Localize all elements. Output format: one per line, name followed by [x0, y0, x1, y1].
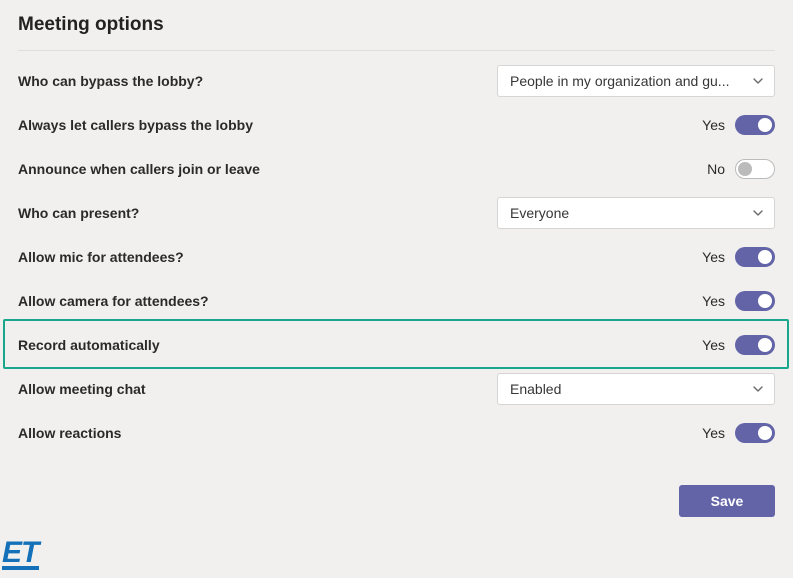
row-record-auto: Record automatically Yes — [18, 323, 775, 367]
row-bypass-lobby: Who can bypass the lobby? People in my o… — [18, 59, 775, 103]
toggle-allow-camera[interactable] — [735, 291, 775, 311]
row-announce: Announce when callers join or leave No — [18, 147, 775, 191]
toggle-announce[interactable] — [735, 159, 775, 179]
toggle-callers-bypass[interactable] — [735, 115, 775, 135]
label-allow-camera: Allow camera for attendees? — [18, 293, 209, 309]
select-value: People in my organization and gu... — [510, 73, 744, 89]
select-value: Enabled — [510, 381, 744, 397]
chevron-down-icon — [752, 207, 764, 219]
label-record-auto: Record automatically — [18, 337, 160, 353]
toggle-text: Yes — [702, 249, 725, 265]
row-who-present: Who can present? Everyone — [18, 191, 775, 235]
label-allow-reactions: Allow reactions — [18, 425, 121, 441]
row-allow-reactions: Allow reactions Yes — [18, 411, 775, 455]
toggle-text: Yes — [702, 117, 725, 133]
chevron-down-icon — [752, 75, 764, 87]
save-button[interactable]: Save — [679, 485, 775, 517]
label-allow-mic: Allow mic for attendees? — [18, 249, 184, 265]
label-bypass-lobby: Who can bypass the lobby? — [18, 73, 203, 89]
select-bypass-lobby[interactable]: People in my organization and gu... — [497, 65, 775, 97]
toggle-record-auto[interactable] — [735, 335, 775, 355]
toggle-allow-mic[interactable] — [735, 247, 775, 267]
toggle-text: Yes — [702, 337, 725, 353]
row-allow-camera: Allow camera for attendees? Yes — [18, 279, 775, 323]
chevron-down-icon — [752, 383, 764, 395]
divider — [18, 50, 775, 51]
page-title: Meeting options — [18, 14, 775, 36]
toggle-text: Yes — [702, 293, 725, 309]
select-value: Everyone — [510, 205, 744, 221]
toggle-text: No — [707, 161, 725, 177]
row-callers-bypass: Always let callers bypass the lobby Yes — [18, 103, 775, 147]
toggle-text: Yes — [702, 425, 725, 441]
select-who-present[interactable]: Everyone — [497, 197, 775, 229]
watermark-logo: ET — [2, 539, 39, 570]
select-allow-chat[interactable]: Enabled — [497, 373, 775, 405]
label-announce: Announce when callers join or leave — [18, 161, 260, 177]
row-allow-chat: Allow meeting chat Enabled — [18, 367, 775, 411]
label-who-present: Who can present? — [18, 205, 139, 221]
row-allow-mic: Allow mic for attendees? Yes — [18, 235, 775, 279]
label-callers-bypass: Always let callers bypass the lobby — [18, 117, 253, 133]
label-allow-chat: Allow meeting chat — [18, 381, 146, 397]
toggle-allow-reactions[interactable] — [735, 423, 775, 443]
footer: Save — [18, 455, 775, 517]
